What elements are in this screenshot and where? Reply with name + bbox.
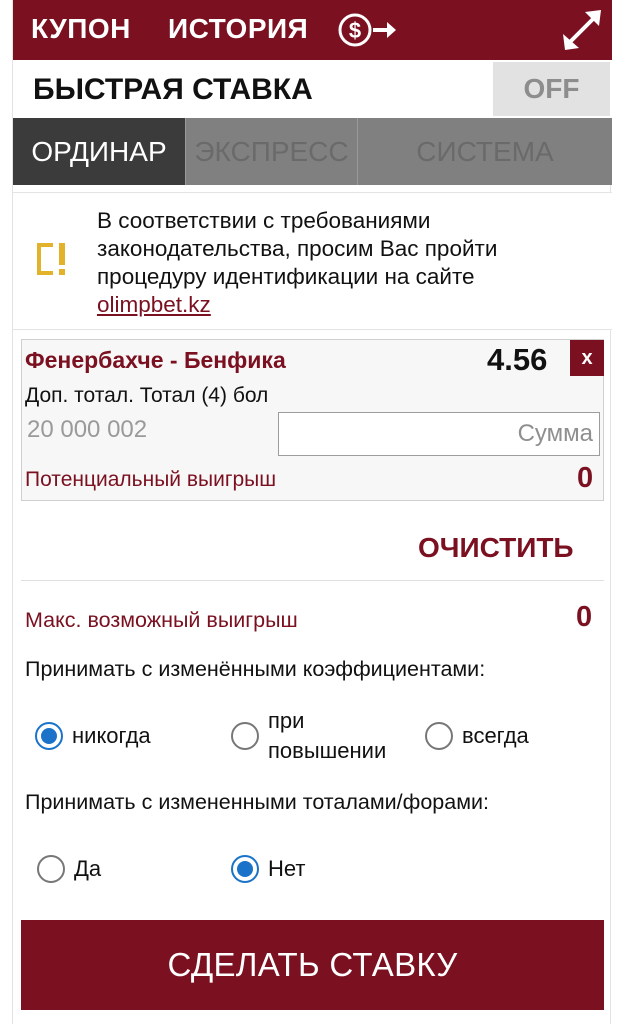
bet-slip-panel: КУПОН ИСТОРИЯ $ БЫСТРАЯ СТАВКА OFF ОРДИН… <box>12 0 612 1024</box>
bet-odds: 4.56 <box>487 342 548 377</box>
svg-text:$: $ <box>349 18 361 43</box>
notice-link[interactable]: olimpbet.kz <box>97 292 211 317</box>
notice-message: В соответствии с требованиями законодате… <box>97 208 498 289</box>
bet-type-tabs: ОРДИНАР ЭКСПРЕСС СИСТЕМА <box>13 118 612 185</box>
accept-odds-question: Принимать с изменёнными коэффициентами: <box>25 657 486 681</box>
radio-totals-no[interactable]: Нет <box>231 855 305 883</box>
accept-totals-question: Принимать с измененными тоталами/форами: <box>25 790 489 814</box>
radio-circle[interactable] <box>231 722 259 750</box>
top-bar: КУПОН ИСТОРИЯ $ <box>13 0 612 60</box>
bet-amount-input[interactable] <box>278 412 600 456</box>
radio-odds-never[interactable]: никогда <box>35 722 151 750</box>
bet-card: Фенербахче - Бенфика 4.56 x Доп. тотал. … <box>21 339 604 501</box>
identification-notice: В соответствии с требованиями законодате… <box>13 192 612 330</box>
expand-icon[interactable] <box>559 8 605 52</box>
quick-bet-title: БЫСТРАЯ СТАВКА <box>33 73 313 106</box>
cashout-icon[interactable]: $ <box>337 10 397 50</box>
radio-circle[interactable] <box>37 855 65 883</box>
place-bet-button[interactable]: СДЕЛАТЬ СТАВКУ <box>21 920 604 1010</box>
history-tab[interactable]: ИСТОРИЯ <box>168 13 308 45</box>
clear-button[interactable]: ОЧИСТИТЬ <box>418 532 574 564</box>
quick-bet-toggle[interactable]: OFF <box>493 62 610 116</box>
radio-label: при повышении <box>268 708 387 763</box>
radio-label: всегда <box>462 723 529 748</box>
radio-circle[interactable] <box>425 722 453 750</box>
bet-max-limit: 20 000 002 <box>27 416 148 443</box>
radio-label: никогда <box>72 723 151 748</box>
radio-circle[interactable] <box>35 722 63 750</box>
coupon-tab[interactable]: КУПОН <box>31 13 131 45</box>
tab-single[interactable]: ОРДИНАР <box>13 118 185 185</box>
bet-market: Доп. тотал. Тотал (4) бол <box>25 384 269 407</box>
potential-win-label: Потенциальный выигрыш <box>25 468 277 491</box>
divider <box>21 580 604 581</box>
remove-bet-button[interactable]: x <box>570 340 604 376</box>
bet-match-name: Фенербахче - Бенфика <box>25 347 286 373</box>
radio-odds-always[interactable]: всегда <box>425 722 529 750</box>
potential-win-value: 0 <box>577 462 594 494</box>
radio-totals-yes[interactable]: Да <box>37 855 101 883</box>
tab-express[interactable]: ЭКСПРЕСС <box>185 118 357 185</box>
radio-label: Нет <box>268 856 306 881</box>
quick-bet-row: БЫСТРАЯ СТАВКА OFF <box>13 60 612 118</box>
warning-icon <box>33 239 73 279</box>
radio-circle[interactable] <box>231 855 259 883</box>
tab-system[interactable]: СИСТЕМА <box>357 118 612 185</box>
max-win-value: 0 <box>576 601 593 633</box>
radio-odds-on-increase[interactable]: при повышении <box>231 706 418 766</box>
radio-label: Да <box>74 856 102 881</box>
max-win-label: Макс. возможный выигрыш <box>25 608 298 632</box>
notice-text: В соответствии с требованиями законодате… <box>97 207 597 319</box>
